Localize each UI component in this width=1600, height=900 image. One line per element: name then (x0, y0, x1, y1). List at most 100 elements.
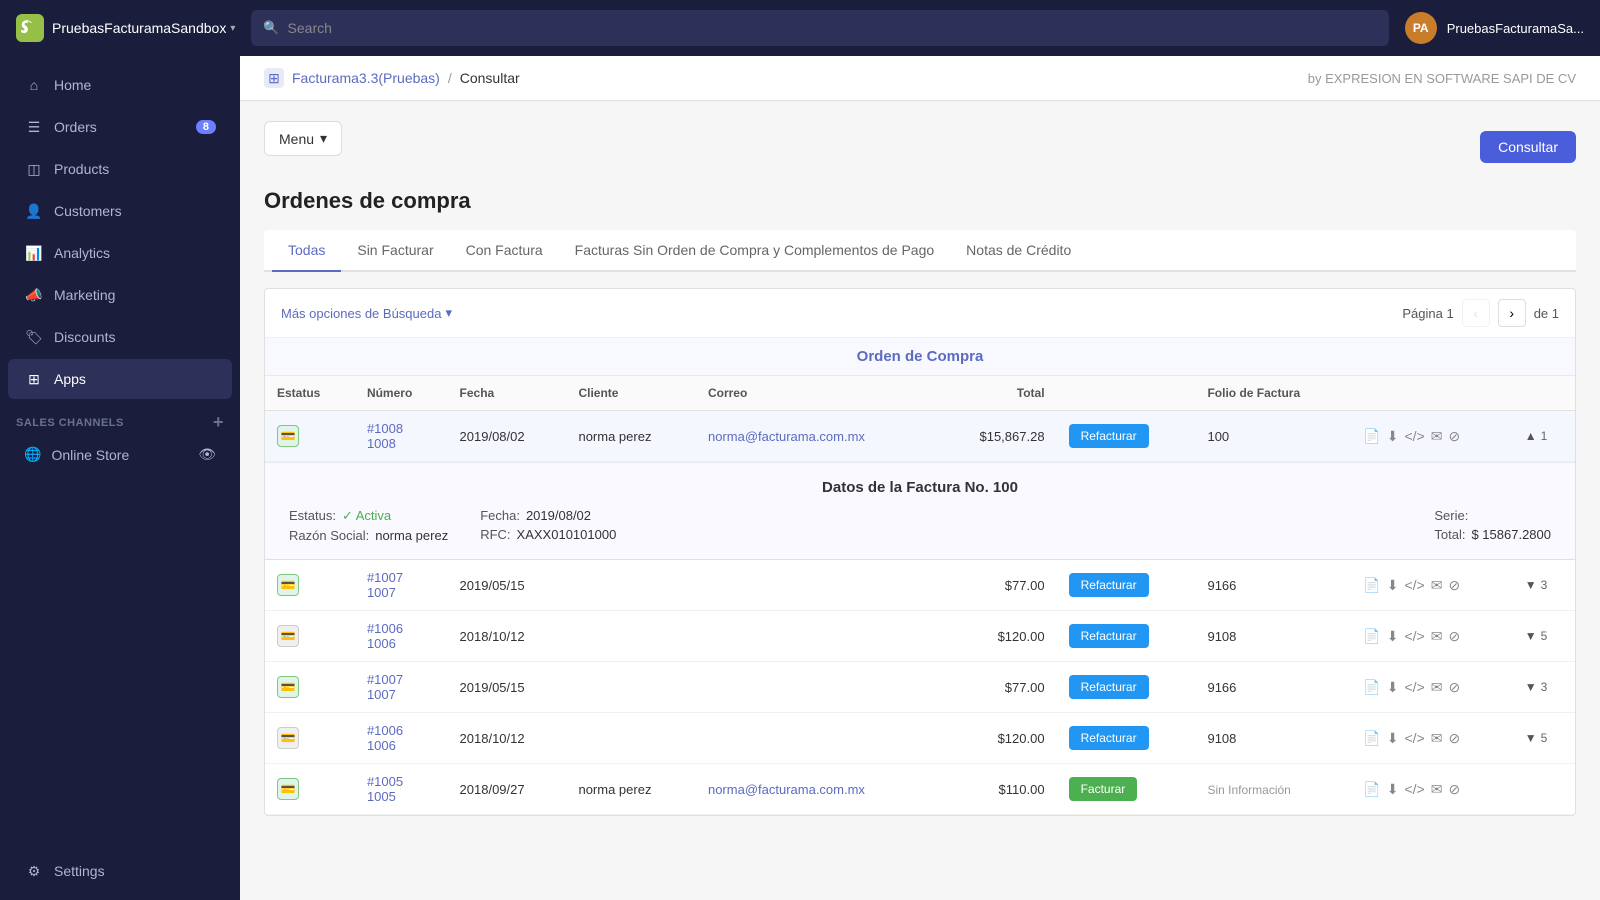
sidebar-item-analytics[interactable]: 📊 Analytics (8, 233, 232, 273)
cancel-icon[interactable]: ⊘ (1448, 628, 1460, 645)
store-name[interactable]: PruebasFacturamaSandbox ▾ (52, 20, 235, 36)
cancel-icon[interactable]: ⊘ (1448, 428, 1460, 445)
refacturar-button[interactable]: Refacturar (1069, 424, 1149, 448)
menu-button[interactable]: Menu ▾ (264, 121, 342, 156)
sidebar-item-settings[interactable]: ⚙ Settings (8, 851, 232, 891)
main-content: ⊞ Facturama3.3(Pruebas) / Consultar by E… (240, 56, 1600, 900)
pdf-icon[interactable]: 📄 (1363, 730, 1380, 747)
table-toolbar: Más opciones de Búsqueda ▾ Página 1 ‹ › … (265, 289, 1575, 338)
more-search-button[interactable]: Más opciones de Búsqueda ▾ (281, 305, 452, 321)
add-sales-channel-button[interactable]: + (213, 412, 224, 433)
order-link[interactable]: #1005 (367, 774, 436, 789)
table-row: 💳 #1006 1006 2018/10/12 $120.00 Refactur… (265, 611, 1575, 662)
marketing-icon: 📣 (24, 285, 44, 305)
sidebar-item-home[interactable]: ⌂ Home (8, 65, 232, 105)
pdf-icon[interactable]: 📄 (1363, 679, 1380, 696)
cell-client (566, 662, 696, 713)
pdf-icon[interactable]: 📄 (1363, 781, 1380, 798)
sidebar-item-products[interactable]: ◫ Products (8, 149, 232, 189)
order-sub-link[interactable]: 1007 (367, 687, 436, 702)
order-sub-link[interactable]: 1005 (367, 789, 436, 804)
refacturar-button[interactable]: Refacturar (1069, 675, 1149, 699)
avatar: PA (1405, 12, 1437, 44)
order-sub-link[interactable]: 1007 (367, 585, 436, 600)
cell-email (696, 662, 938, 713)
cell-total: $15,867.28 (938, 411, 1057, 462)
tab-facturas-sin[interactable]: Facturas Sin Orden de Compra y Complemen… (559, 230, 951, 272)
order-link[interactable]: #1008 (367, 421, 436, 436)
expand-button[interactable]: ▼ 3 (1525, 578, 1563, 592)
email-icon[interactable]: ✉ (1431, 577, 1443, 594)
download-icon[interactable]: ⬇ (1387, 577, 1399, 594)
pdf-icon[interactable]: 📄 (1363, 628, 1380, 645)
tab-notas-credito[interactable]: Notas de Crédito (950, 230, 1087, 272)
code-icon[interactable]: </> (1404, 428, 1424, 444)
expand-button[interactable]: ▼ 5 (1525, 629, 1563, 643)
sidebar-item-discounts[interactable]: 🏷 Discounts (8, 317, 232, 357)
order-link[interactable]: #1007 (367, 672, 436, 687)
expand-button[interactable]: ▼ 3 (1525, 680, 1563, 694)
download-icon[interactable]: ⬇ (1387, 628, 1399, 645)
order-sub-link[interactable]: 1006 (367, 738, 436, 753)
email-icon[interactable]: ✉ (1431, 628, 1443, 645)
pdf-icon[interactable]: 📄 (1363, 577, 1380, 594)
expand-button[interactable]: ▼ 5 (1525, 731, 1563, 745)
order-sub-link[interactable]: 1006 (367, 636, 436, 651)
order-sub-link[interactable]: 1008 (367, 436, 436, 451)
email-icon[interactable]: ✉ (1431, 679, 1443, 696)
email-icon[interactable]: ✉ (1431, 428, 1443, 445)
cell-date: 2018/09/27 (448, 764, 567, 815)
tab-todas[interactable]: Todas (272, 230, 341, 272)
cancel-icon[interactable]: ⊘ (1448, 730, 1460, 747)
cell-actions: 📄 ⬇ </> ✉ ⊘ (1351, 560, 1512, 611)
cell-expand: ▼ 5 (1513, 713, 1575, 764)
refacturar-button[interactable]: Refacturar (1069, 573, 1149, 597)
cell-action: Facturar (1057, 764, 1196, 815)
consultar-button[interactable]: Consultar (1480, 131, 1576, 163)
search-bar[interactable]: 🔍 (251, 10, 1388, 46)
page-next-button[interactable]: › (1498, 299, 1526, 327)
cancel-icon[interactable]: ⊘ (1448, 781, 1460, 798)
cancel-icon[interactable]: ⊘ (1448, 577, 1460, 594)
download-icon[interactable]: ⬇ (1387, 781, 1399, 798)
email-icon[interactable]: ✉ (1431, 730, 1443, 747)
download-icon[interactable]: ⬇ (1387, 428, 1399, 445)
code-icon[interactable]: </> (1404, 679, 1424, 695)
search-input[interactable] (288, 20, 1377, 36)
sidebar-item-marketing[interactable]: 📣 Marketing (8, 275, 232, 315)
code-icon[interactable]: </> (1404, 577, 1424, 593)
order-link[interactable]: #1006 (367, 621, 436, 636)
cell-folio: 100 (1195, 411, 1351, 462)
cell-client (566, 713, 696, 764)
facturar-button[interactable]: Facturar (1069, 777, 1138, 801)
cancel-icon[interactable]: ⊘ (1448, 679, 1460, 696)
order-link[interactable]: #1007 (367, 570, 436, 585)
tab-con-factura[interactable]: Con Factura (450, 230, 559, 272)
pdf-icon[interactable]: 📄 (1363, 428, 1380, 445)
email-link[interactable]: norma@facturama.com.mx (708, 782, 865, 797)
page-prev-button[interactable]: ‹ (1462, 299, 1490, 327)
email-icon[interactable]: ✉ (1431, 781, 1443, 798)
sidebar-item-online-store[interactable]: 🌐 Online Store 👁 (8, 438, 232, 471)
code-icon[interactable]: </> (1404, 730, 1424, 746)
sidebar-item-customers[interactable]: 👤 Customers (8, 191, 232, 231)
email-link[interactable]: norma@facturama.com.mx (708, 429, 865, 444)
status-icon-green: 💳 (277, 425, 299, 447)
store-logo[interactable]: PruebasFacturamaSandbox ▾ (16, 14, 235, 42)
refacturar-button[interactable]: Refacturar (1069, 726, 1149, 750)
col-total: Total (938, 376, 1057, 411)
order-link[interactable]: #1006 (367, 723, 436, 738)
expand-button[interactable]: ▲ 1 (1525, 429, 1563, 443)
orders-badge: 8 (196, 120, 216, 134)
topbar-right: PA PruebasFacturamaSa... (1405, 12, 1584, 44)
download-icon[interactable]: ⬇ (1387, 679, 1399, 696)
tab-sin-facturar[interactable]: Sin Facturar (341, 230, 449, 272)
refacturar-button[interactable]: Refacturar (1069, 624, 1149, 648)
cell-order: #1006 1006 (355, 713, 448, 764)
menu-chevron-icon: ▾ (320, 130, 327, 147)
sidebar-item-orders[interactable]: ☰ Orders 8 (8, 107, 232, 147)
code-icon[interactable]: </> (1404, 628, 1424, 644)
sidebar-item-apps[interactable]: ⊞ Apps (8, 359, 232, 399)
code-icon[interactable]: </> (1404, 781, 1424, 797)
download-icon[interactable]: ⬇ (1387, 730, 1399, 747)
